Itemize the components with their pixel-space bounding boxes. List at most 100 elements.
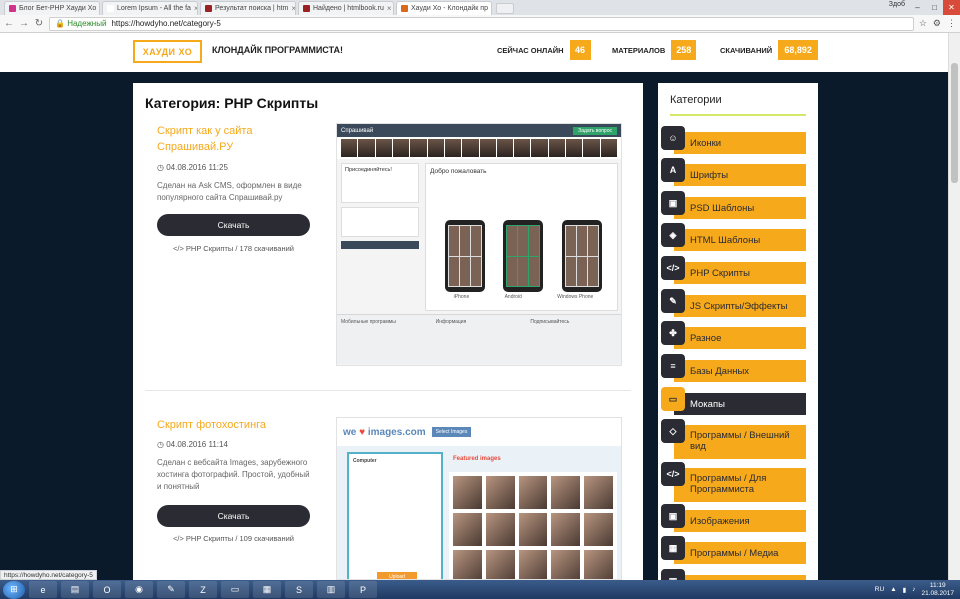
start-button[interactable]: ⊞	[3, 580, 25, 599]
category-title: Категория: PHP Скрипты	[145, 95, 319, 111]
mock-panel-title: Computer	[353, 458, 377, 464]
mock-platform-label: iPhone	[453, 294, 470, 300]
tab-close-icon[interactable]: ×	[191, 4, 197, 13]
sidebar-item[interactable]: ✤ Разное	[658, 321, 806, 349]
mock-footer-col: Подписывайтесь	[530, 319, 570, 325]
archive-icon[interactable]: ▦	[253, 581, 281, 598]
browser-user-label[interactable]: Здоб	[889, 1, 905, 8]
sidebar-item[interactable]: ▭ Мокапы	[658, 387, 806, 415]
sidebar-item-label: Базы Данных	[690, 366, 750, 377]
maximize-icon[interactable]: □	[926, 0, 943, 15]
network-icon[interactable]: ▮	[903, 586, 907, 594]
post-thumbnail[interactable]: we ♥ images.com Select Images Computer U…	[336, 417, 622, 580]
scrollbar-thumb[interactable]	[951, 63, 958, 183]
folder-icon[interactable]: ▭	[221, 581, 249, 598]
mock-upload-button: Upload	[377, 572, 417, 579]
status-link-preview: https://howdyho.net/category-5	[0, 570, 97, 580]
mock-logo: we ♥ images.com	[343, 427, 426, 438]
minimize-icon[interactable]: –	[909, 0, 926, 15]
sidebar-item[interactable]: </> PHP Скрипты	[658, 256, 806, 284]
post-date: ◷ 04.08.2016 11:14	[157, 440, 228, 449]
browser-tab[interactable]: Найдено | htmlbook.ru ×	[298, 1, 394, 15]
filezilla-icon[interactable]: Z	[189, 581, 217, 598]
language-indicator[interactable]: RU	[875, 586, 884, 593]
mock-brand: Спрашивай	[341, 127, 374, 134]
download-button[interactable]: Скачать	[157, 505, 310, 527]
phpstorm-icon[interactable]: P	[349, 581, 377, 598]
browser-tab[interactable]: Блог Бет-PHP Хауди Хо×	[4, 1, 100, 15]
post-meta[interactable]: </> PHP Скрипты / 109 скачиваний	[157, 534, 310, 543]
notepad-icon[interactable]: ✎	[157, 581, 185, 598]
post-divider	[145, 390, 631, 391]
mock-widget-box	[341, 207, 419, 237]
new-tab-button[interactable]	[496, 3, 514, 14]
address-bar: ← → ↻ 🔒 Надежный https://howdyho.net/cat…	[0, 15, 960, 33]
page-scrollbar[interactable]	[948, 33, 960, 580]
tab-close-icon[interactable]: ×	[488, 4, 492, 13]
ie-icon[interactable]: e	[29, 581, 57, 598]
mock-phones	[436, 206, 611, 292]
stat-materials-label: МАТЕРИАЛОВ	[612, 45, 666, 55]
sidebar-item[interactable]: ▦ Программы / Медиа	[658, 536, 806, 564]
sidebar-item[interactable]: ▣ Изображения	[658, 504, 806, 532]
browser-tab[interactable]: Хауди Хо - Клондайк пр×	[396, 1, 492, 15]
calculator-icon[interactable]: ▥	[317, 581, 345, 598]
mock-platform-label: Windows Phone	[557, 294, 594, 300]
sidebar-item[interactable]: ✎ JS Скрипты/Эффекты	[658, 289, 806, 317]
mock-welcome: Добро пожаловать	[430, 168, 487, 175]
image-icon: ▣	[661, 191, 685, 215]
film-icon: ▦	[661, 536, 685, 560]
tab-label: Блог Бет-PHP Хауди Хо	[19, 5, 97, 12]
sidebar-item-label: Шрифты	[690, 170, 729, 181]
security-label[interactable]: 🔒 Надежный	[55, 19, 106, 28]
window-controls: – □ ✕	[909, 0, 960, 15]
tab-close-icon[interactable]: ×	[96, 4, 99, 13]
browser-menu-icon[interactable]: ⋮	[947, 18, 956, 29]
site-tagline: КЛОНДАЙК ПРОГРАММИСТА!	[212, 45, 344, 55]
browser-tab[interactable]: Результат поиска | htm ×	[200, 1, 296, 15]
opera-icon[interactable]: O	[93, 581, 121, 598]
tab-label: Результат поиска | htm	[215, 5, 289, 12]
sidebar-item[interactable]: ≡ Базы Данных	[658, 354, 806, 382]
sidebar-item-label: Программы / Внешний вид	[690, 430, 790, 452]
tray-arrow-icon[interactable]: ▲	[890, 586, 896, 593]
tab-close-icon[interactable]: ×	[384, 4, 392, 13]
browser-tab[interactable]: Lorem Ipsum - All the fa×	[102, 1, 198, 15]
post-title[interactable]: Скрипт как у сайта Спрашивай.РУ	[157, 123, 307, 155]
post-thumbnail[interactable]: Спрашивай Задать вопрос Присоединяйтесь!…	[336, 123, 622, 366]
post-title[interactable]: Скрипт фотохостинга	[157, 417, 307, 433]
cube-icon: ◈	[661, 223, 685, 247]
clock[interactable]: 11:19 21.08.2017	[921, 582, 954, 598]
sidebar-item-label: PSD Шаблоны	[690, 203, 755, 214]
url-input[interactable]: 🔒 Надежный https://howdyho.net/category-…	[49, 16, 914, 31]
back-icon[interactable]: ←	[4, 18, 14, 29]
system-tray: RU ▲ ▮ ♪ 11:19 21.08.2017	[875, 582, 960, 598]
explorer-icon[interactable]: ▤	[61, 581, 89, 598]
chrome-icon[interactable]: ◉	[125, 581, 153, 598]
mock-footer-col: Мобильные программы	[341, 319, 396, 325]
bookmark-star-icon[interactable]: ☆	[919, 18, 927, 29]
sidebar-item[interactable]: ▣ PSD Шаблоны	[658, 191, 806, 219]
close-window-icon[interactable]: ✕	[943, 0, 960, 15]
sidebar-item-label: Мокапы	[690, 399, 725, 410]
mock-avatars-strip	[337, 137, 621, 159]
os-taskbar: ⊞ e ▤ O ◉ ✎ Z ▭ ▦ S ▥ P RU ▲ ▮ ♪ 11:19 2…	[0, 580, 960, 599]
post-meta[interactable]: </> PHP Скрипты / 178 скачиваний	[157, 244, 310, 253]
sidebar-item[interactable]: ◇ Программы / Внешний вид	[658, 419, 806, 459]
sidebar-item[interactable]: A Шрифты	[658, 158, 806, 186]
extension-gear-icon[interactable]: ⚙	[933, 18, 941, 29]
sidebar-item[interactable]: ▣	[658, 569, 806, 580]
download-button[interactable]: Скачать	[157, 214, 310, 236]
sidebar-item[interactable]: </> Программы / Для Программиста	[658, 462, 806, 502]
tab-close-icon[interactable]: ×	[288, 4, 295, 13]
volume-icon[interactable]: ♪	[912, 586, 915, 593]
site-header: ХАУДИ ХО КЛОНДАЙК ПРОГРАММИСТА! СЕЙЧАС О…	[0, 33, 948, 72]
mock-footer: Мобильные программы Информация Подписыва…	[337, 314, 621, 364]
site-logo[interactable]: ХАУДИ ХО	[133, 40, 202, 63]
forward-icon[interactable]: →	[19, 18, 29, 29]
skype-icon[interactable]: S	[285, 581, 313, 598]
sidebar-item[interactable]: ☺ Иконки	[658, 126, 806, 154]
sidebar-item[interactable]: ◈ HTML Шаблоны	[658, 223, 806, 251]
monitor-icon: ▭	[661, 387, 685, 411]
reload-icon[interactable]: ↻	[34, 18, 44, 29]
